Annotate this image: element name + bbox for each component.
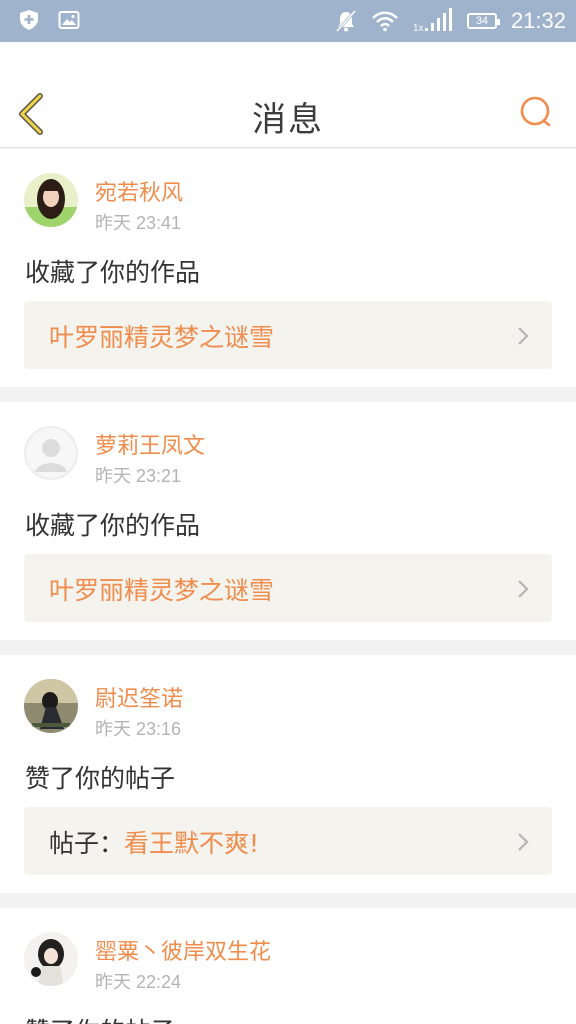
target-title: 叶罗丽精灵梦之谜雪 xyxy=(49,576,275,605)
bell-off-icon xyxy=(335,9,357,33)
signal-bars-icon xyxy=(424,8,452,31)
search-icon[interactable] xyxy=(518,94,554,130)
status-bar: 1x 34 21:32 xyxy=(0,0,576,42)
chevron-right-icon xyxy=(518,580,529,598)
target-link[interactable]: 帖子：看王默不爽! xyxy=(24,807,552,875)
page-title: 消息 xyxy=(252,100,324,140)
timestamp: 昨天 23:21 xyxy=(95,466,182,486)
message-card[interactable]: 罂粟丶彼岸双生花 昨天 22:24 赞了你的帖子 xyxy=(0,908,576,1024)
avatar[interactable] xyxy=(24,932,78,986)
timestamp: 昨天 22:24 xyxy=(95,972,182,992)
username[interactable]: 尉迟筌诺 xyxy=(95,681,183,713)
username[interactable]: 宛若秋风 xyxy=(95,175,183,207)
image-icon xyxy=(58,11,80,29)
message-card[interactable]: 尉迟筌诺 昨天 23:16 赞了你的帖子 帖子：看王默不爽! xyxy=(0,655,576,893)
header: 消息 xyxy=(0,42,576,148)
shield-plus-icon xyxy=(20,10,38,30)
avatar[interactable] xyxy=(24,173,78,227)
chevron-right-icon xyxy=(518,327,529,345)
battery-icon: 34 xyxy=(466,13,500,29)
chevron-right-icon xyxy=(518,833,529,851)
action-text: 赞了你的帖子 xyxy=(25,1012,175,1024)
action-text: 收藏了你的作品 xyxy=(25,258,201,287)
username[interactable]: 萝莉王凤文 xyxy=(95,428,205,460)
battery-level: 34 xyxy=(475,15,489,27)
message-card[interactable]: 宛若秋风 昨天 23:41 收藏了你的作品 叶罗丽精灵梦之谜雪 xyxy=(0,149,576,387)
avatar[interactable] xyxy=(24,679,78,733)
clock: 21:32 xyxy=(510,8,566,33)
target-title: 叶罗丽精灵梦之谜雪 xyxy=(49,323,275,352)
network-type-label: 1x xyxy=(412,23,424,34)
action-text: 赞了你的帖子 xyxy=(25,764,176,793)
target-link[interactable]: 叶罗丽精灵梦之谜雪 xyxy=(24,301,552,369)
target-title: 看王默不爽! xyxy=(124,829,260,858)
signal-indicator: 1x xyxy=(413,8,453,34)
wifi-icon xyxy=(372,11,398,32)
username[interactable]: 罂粟丶彼岸双生花 xyxy=(95,934,271,966)
message-card[interactable]: 萝莉王凤文 昨天 23:21 收藏了你的作品 叶罗丽精灵梦之谜雪 xyxy=(0,402,576,640)
target-prefix: 帖子： xyxy=(49,829,125,858)
avatar[interactable] xyxy=(24,426,78,480)
target-link[interactable]: 叶罗丽精灵梦之谜雪 xyxy=(24,554,552,622)
action-text: 收藏了你的作品 xyxy=(25,511,201,540)
timestamp: 昨天 23:16 xyxy=(95,719,182,739)
timestamp: 昨天 23:41 xyxy=(95,213,182,233)
